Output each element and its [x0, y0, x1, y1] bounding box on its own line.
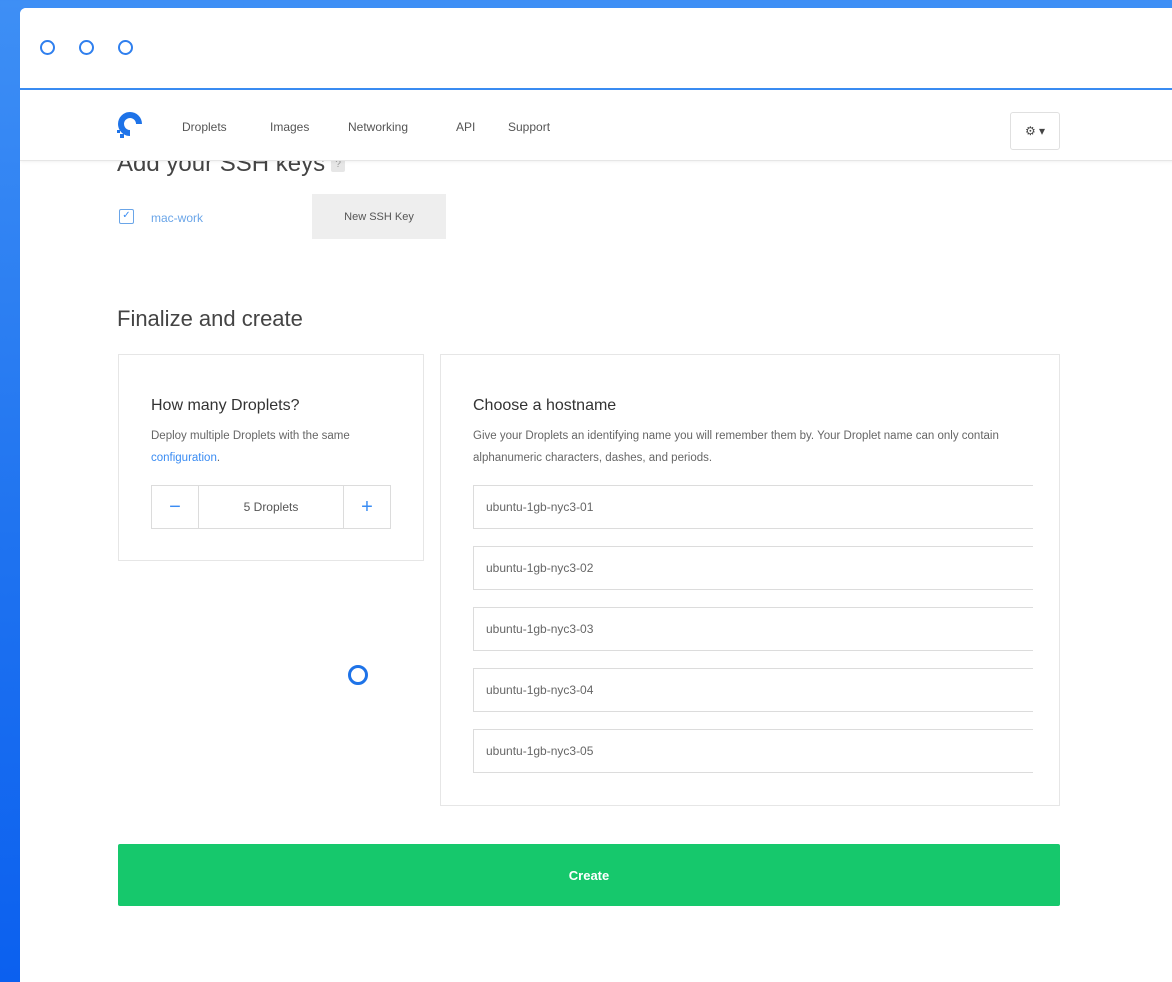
new-ssh-key-button[interactable]: New SSH Key — [312, 194, 446, 239]
nav-item-api[interactable]: API — [456, 120, 475, 134]
hostname-title: Choose a hostname — [473, 397, 617, 414]
hostname-description: Give your Droplets an identifying name y… — [473, 430, 999, 464]
hostname-input-1[interactable] — [473, 485, 1033, 529]
nav-item-droplets[interactable]: Droplets — [182, 120, 227, 134]
digitalocean-logo-icon[interactable] — [116, 110, 150, 140]
configuration-link[interactable]: configuration — [151, 452, 217, 464]
nav-item-images[interactable]: Images — [270, 120, 309, 134]
hostname-input-5[interactable] — [473, 729, 1033, 773]
settings-dropdown-button[interactable]: ⚙ ▾ — [1010, 112, 1060, 150]
loading-spinner-icon — [348, 665, 368, 685]
hostname-panel: Choose a hostname Give your Droplets an … — [440, 354, 1060, 806]
ssh-key-checkbox[interactable]: ✓ — [119, 209, 134, 224]
droplet-count-stepper: − 5 Droplets + — [151, 485, 391, 529]
droplet-count-description: Deploy multiple Droplets with the same c… — [151, 425, 401, 469]
nav-item-networking[interactable]: Networking — [348, 120, 408, 134]
droplet-count-desc-end: . — [216, 452, 221, 464]
hostname-input-2[interactable] — [473, 546, 1033, 590]
droplet-count-panel: How many Droplets? Deploy multiple Dropl… — [118, 354, 424, 561]
finalize-section-heading: Finalize and create — [117, 306, 303, 331]
create-button[interactable]: Create — [118, 844, 1060, 906]
droplet-count-desc-text: Deploy multiple Droplets with the same — [151, 430, 350, 442]
hostname-input-3[interactable] — [473, 607, 1033, 651]
ssh-key-label[interactable]: mac-work — [151, 211, 203, 225]
nav-item-support[interactable]: Support — [508, 120, 550, 134]
droplet-count-value[interactable]: 5 Droplets — [198, 486, 344, 528]
top-navbar: Droplets Images Networking API Support ⚙… — [20, 90, 1172, 161]
hostname-input-4[interactable] — [473, 668, 1033, 712]
browser-window: Droplets Images Networking API Support ⚙… — [20, 8, 1172, 982]
droplet-count-title: How many Droplets? — [151, 397, 300, 414]
increment-button[interactable]: + — [344, 486, 390, 528]
decrement-button[interactable]: − — [152, 486, 198, 528]
